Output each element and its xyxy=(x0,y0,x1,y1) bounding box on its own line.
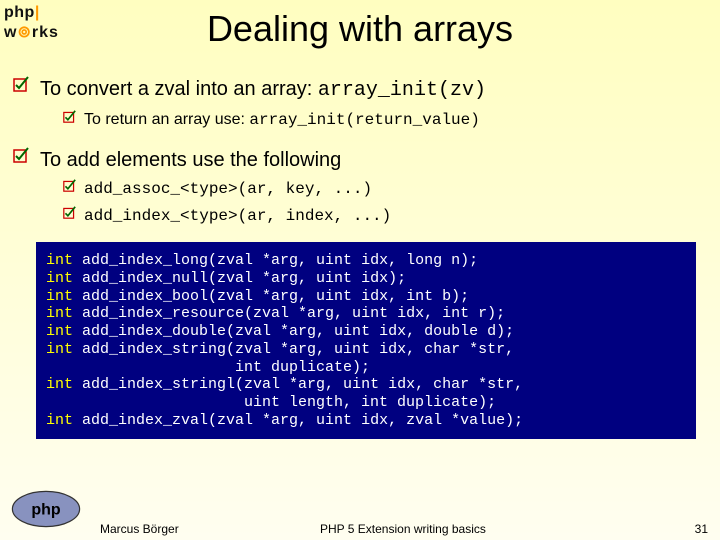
sub-bullet-item: To return an array use: array_init(retur… xyxy=(60,110,702,131)
footer-page-number: 31 xyxy=(668,522,708,536)
checkbox-icon xyxy=(60,110,78,131)
checkbox-icon xyxy=(10,76,32,104)
logo-text-php: php xyxy=(4,4,35,21)
sub-code: add_assoc_<type>(ar, key, ...) xyxy=(84,180,372,198)
sub-code: array_init(return_value) xyxy=(249,111,479,129)
bullet-text: To convert a zval into an array: xyxy=(40,78,318,100)
code-block: int add_index_long(zval *arg, uint idx, … xyxy=(36,242,696,439)
bullet-item: To convert a zval into an array: array_i… xyxy=(30,76,702,104)
checkbox-icon xyxy=(60,206,78,227)
checkbox-icon xyxy=(10,147,32,173)
gear-icon: ⊚ xyxy=(17,24,31,41)
logo-text-rks: rks xyxy=(32,24,59,41)
slide-title: Dealing with arrays xyxy=(0,0,720,54)
phpworks-logo: php| w⊚rks xyxy=(4,4,89,42)
checkbox-icon xyxy=(60,179,78,200)
bullet-code: array_init(zv) xyxy=(318,79,486,102)
sub-text: To return an array use: xyxy=(84,111,249,128)
logo-pipe: | xyxy=(35,4,40,21)
footer-title: PHP 5 Extension writing basics xyxy=(320,522,668,536)
sub-bullet-item: add_assoc_<type>(ar, key, ...) xyxy=(60,179,702,200)
sub-bullet-item: add_index_<type>(ar, index, ...) xyxy=(60,206,702,227)
footer: Marcus Börger PHP 5 Extension writing ba… xyxy=(0,518,720,540)
footer-author: Marcus Börger xyxy=(100,522,320,536)
bullet-text: To add elements use the following xyxy=(40,149,341,171)
bullet-item: To add elements use the following xyxy=(30,147,702,173)
logo-text-w: w xyxy=(4,24,17,41)
svg-text:php: php xyxy=(31,502,61,519)
sub-code: add_index_<type>(ar, index, ...) xyxy=(84,207,391,225)
slide-body: To convert a zval into an array: array_i… xyxy=(0,54,720,439)
